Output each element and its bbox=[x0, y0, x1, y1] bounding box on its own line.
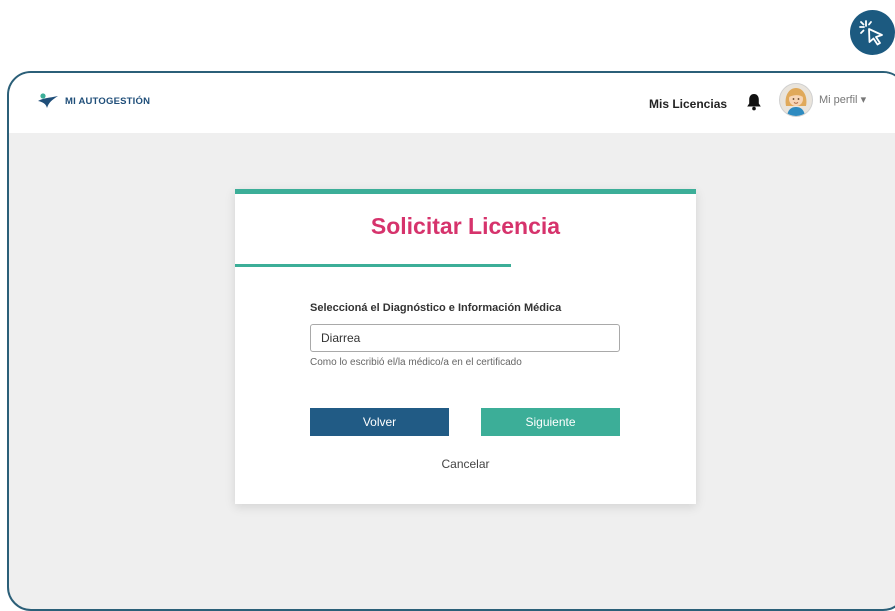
page-title: Solicitar Licencia bbox=[370, 213, 561, 239]
profile-label: Mi perfil bbox=[819, 94, 858, 106]
cursor-click-icon bbox=[858, 19, 883, 45]
user-avatar[interactable] bbox=[779, 83, 813, 117]
nav-mis-licencias-link[interactable]: Mis Licencias bbox=[649, 97, 727, 111]
chevron-down-icon: ▾ bbox=[860, 94, 867, 106]
logo-text: MI AUTOGESTIÓN bbox=[65, 95, 151, 107]
app-logo[interactable]: MI AUTOGESTIÓN bbox=[37, 93, 150, 109]
diagnosis-hint: Como lo escribió el/la médico/a en el ce… bbox=[310, 357, 522, 368]
back-button[interactable]: Volver bbox=[310, 408, 449, 436]
next-button[interactable]: Siguiente bbox=[481, 408, 620, 436]
user-avatar-icon bbox=[785, 88, 807, 116]
cancel-link[interactable]: Cancelar bbox=[235, 457, 696, 471]
notifications-button[interactable] bbox=[746, 93, 762, 116]
app-window: MI AUTOGESTIÓN Mis Licencias Mi perfil ▾… bbox=[7, 71, 895, 611]
diagnosis-field-label: Seleccioná el Diagnóstico e Información … bbox=[310, 302, 562, 314]
diagnosis-input[interactable] bbox=[310, 324, 620, 352]
click-indicator-badge bbox=[850, 10, 895, 55]
request-license-card: Solicitar Licencia Seleccioná el Diagnós… bbox=[235, 189, 696, 504]
title-underline bbox=[235, 264, 511, 267]
bell-icon bbox=[747, 94, 761, 111]
profile-menu[interactable]: Mi perfil ▾ bbox=[819, 93, 866, 106]
logo-figure-icon bbox=[38, 93, 58, 108]
top-navbar: MI AUTOGESTIÓN Mis Licencias Mi perfil ▾ bbox=[9, 73, 895, 133]
